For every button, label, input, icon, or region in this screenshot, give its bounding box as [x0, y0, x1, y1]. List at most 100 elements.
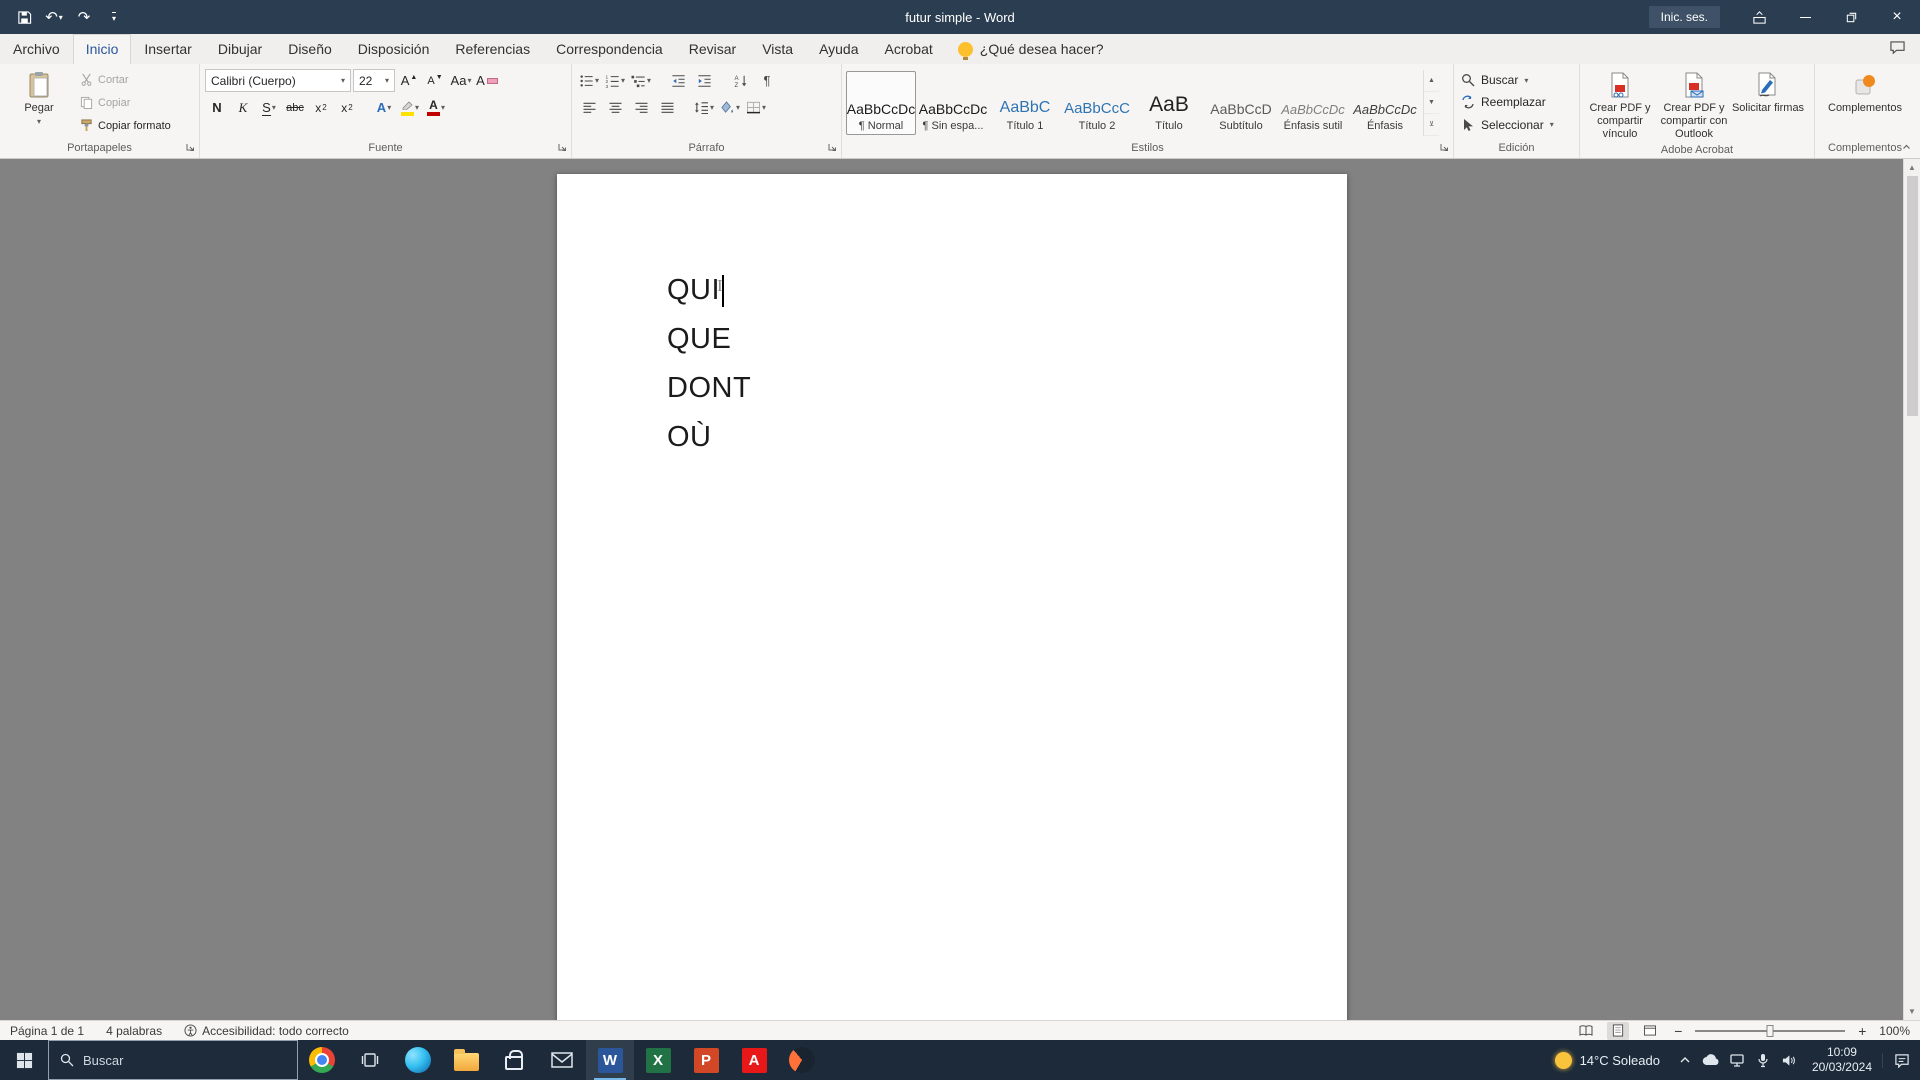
shrink-font-button[interactable]: A▼: [423, 69, 447, 93]
tab-acrobat[interactable]: Acrobat: [872, 34, 946, 64]
tab-disposicion[interactable]: Disposición: [345, 34, 443, 64]
style-subtle-emphasis[interactable]: AaBbCcDc Énfasis sutil: [1278, 71, 1348, 135]
word-count[interactable]: 4 palabras: [106, 1024, 162, 1038]
style-heading2[interactable]: AaBbCcC Título 2: [1062, 71, 1132, 135]
taskbar-app-powerpoint[interactable]: P: [682, 1040, 730, 1080]
clear-formatting-button[interactable]: A: [475, 69, 499, 93]
scroll-down-button[interactable]: ▼: [1904, 1003, 1920, 1020]
taskbar-app-excel[interactable]: X: [634, 1040, 682, 1080]
tab-archivo[interactable]: Archivo: [0, 34, 73, 64]
superscript-button[interactable]: x2: [335, 96, 359, 120]
bullets-button[interactable]: ▾: [577, 69, 601, 93]
undo-button[interactable]: ↶▾: [40, 3, 68, 31]
show-marks-button[interactable]: ¶: [755, 69, 779, 93]
strikethrough-button[interactable]: abc: [283, 96, 307, 120]
replace-button[interactable]: Reemplazar: [1461, 92, 1572, 113]
line-spacing-button[interactable]: ▾: [692, 96, 716, 120]
microphone-tray-icon[interactable]: [1750, 1040, 1776, 1080]
numbering-button[interactable]: 123 ▾: [603, 69, 627, 93]
request-signatures-button[interactable]: Solicitar firmas: [1731, 67, 1805, 141]
scrollbar-thumb[interactable]: [1907, 176, 1918, 416]
style-normal[interactable]: AaBbCcDc ¶ Normal: [846, 71, 916, 135]
taskbar-app-edge[interactable]: [394, 1040, 442, 1080]
styles-scroll-up-button[interactable]: ▲: [1424, 70, 1439, 92]
ribbon-display-options-button[interactable]: [1736, 0, 1782, 34]
show-hidden-icons-button[interactable]: [1672, 1040, 1698, 1080]
print-layout-button[interactable]: [1607, 1022, 1629, 1040]
addins-button[interactable]: Complementos: [1822, 67, 1908, 138]
network-tray-icon[interactable]: [1724, 1040, 1750, 1080]
tab-referencias[interactable]: Referencias: [442, 34, 543, 64]
find-button[interactable]: Buscar ▾: [1461, 70, 1572, 91]
style-subtitle[interactable]: AaBbCcD Subtítulo: [1206, 71, 1276, 135]
clipboard-dialog-launcher[interactable]: [184, 141, 196, 153]
taskbar-app-word[interactable]: W: [586, 1040, 634, 1080]
zoom-slider-thumb[interactable]: [1767, 1025, 1774, 1037]
font-dialog-launcher[interactable]: [556, 141, 568, 153]
bold-button[interactable]: N: [205, 96, 229, 120]
align-right-button[interactable]: [629, 96, 653, 120]
sort-button[interactable]: AZ: [729, 69, 753, 93]
minimize-button[interactable]: [1782, 0, 1828, 34]
sign-in-button[interactable]: Inic. ses.: [1649, 6, 1720, 28]
styles-gallery-expand-button[interactable]: ⊻: [1424, 114, 1439, 136]
paste-button[interactable]: Pegar ▾: [3, 67, 75, 138]
collapse-ribbon-button[interactable]: [1900, 141, 1913, 153]
document-page[interactable]: QUI QUE DONT OÙ I: [557, 174, 1347, 1020]
tab-dibujar[interactable]: Dibujar: [205, 34, 275, 64]
tab-ayuda[interactable]: Ayuda: [806, 34, 871, 64]
multilevel-list-button[interactable]: ▾: [629, 69, 653, 93]
tell-me-box[interactable]: ¿Qué desea hacer?: [946, 34, 1116, 64]
taskbar-clock[interactable]: 10:09 20/03/2024: [1802, 1045, 1882, 1075]
font-size-combobox[interactable]: 22 ▾: [353, 69, 395, 92]
increase-indent-button[interactable]: [692, 69, 716, 93]
comments-button[interactable]: [1889, 40, 1906, 55]
task-view-button[interactable]: [346, 1040, 394, 1080]
start-button[interactable]: [0, 1040, 48, 1080]
volume-tray-icon[interactable]: [1776, 1040, 1802, 1080]
page-indicator[interactable]: Página 1 de 1: [10, 1024, 84, 1038]
styles-dialog-launcher[interactable]: [1438, 141, 1450, 153]
tab-diseno[interactable]: Diseño: [275, 34, 345, 64]
subscript-button[interactable]: x2: [309, 96, 333, 120]
style-heading1[interactable]: AaBbC Título 1: [990, 71, 1060, 135]
taskbar-app-chrome[interactable]: [298, 1040, 346, 1080]
tab-vista[interactable]: Vista: [749, 34, 806, 64]
save-button[interactable]: [10, 3, 38, 31]
taskbar-app-browser[interactable]: [778, 1040, 826, 1080]
borders-button[interactable]: ▾: [744, 96, 768, 120]
customize-qat-button[interactable]: ▾: [100, 3, 128, 31]
accessibility-status[interactable]: Accesibilidad: todo correcto: [184, 1024, 349, 1038]
web-layout-button[interactable]: [1639, 1022, 1661, 1040]
taskbar-app-store[interactable]: [490, 1040, 538, 1080]
copy-button[interactable]: Copiar: [77, 92, 194, 113]
style-no-spacing[interactable]: AaBbCcDc ¶ Sin espa...: [918, 71, 988, 135]
vertical-scrollbar[interactable]: ▲ ▼: [1903, 159, 1920, 1020]
zoom-in-button[interactable]: +: [1855, 1023, 1869, 1039]
styles-scroll-down-button[interactable]: ▼: [1424, 92, 1439, 114]
select-button[interactable]: Seleccionar ▾: [1461, 114, 1572, 135]
grow-font-button[interactable]: A▲: [397, 69, 421, 93]
change-case-button[interactable]: Aa▾: [449, 69, 473, 93]
tab-revisar[interactable]: Revisar: [676, 34, 749, 64]
taskbar-search-box[interactable]: [48, 1040, 298, 1080]
taskbar-app-file-explorer[interactable]: [442, 1040, 490, 1080]
shading-button[interactable]: ▾: [718, 96, 742, 120]
align-center-button[interactable]: [603, 96, 627, 120]
style-title[interactable]: AaB Título: [1134, 71, 1204, 135]
scroll-up-button[interactable]: ▲: [1904, 159, 1920, 176]
highlight-color-button[interactable]: ▾: [398, 96, 422, 120]
font-color-button[interactable]: A ▾: [424, 96, 448, 120]
create-pdf-share-link-button[interactable]: Crear PDF y compartir vínculo: [1583, 67, 1657, 141]
action-center-button[interactable]: [1882, 1053, 1920, 1068]
justify-button[interactable]: [655, 96, 679, 120]
search-input[interactable]: [83, 1053, 286, 1068]
weather-widget[interactable]: 14°C Soleado: [1543, 1052, 1672, 1069]
restore-button[interactable]: [1828, 0, 1874, 34]
zoom-out-button[interactable]: −: [1671, 1023, 1685, 1039]
read-mode-button[interactable]: [1575, 1022, 1597, 1040]
redo-button[interactable]: ↷: [70, 3, 98, 31]
tab-inicio[interactable]: Inicio: [73, 34, 132, 64]
create-pdf-outlook-button[interactable]: Crear PDF y compartir con Outlook: [1657, 67, 1731, 141]
tab-correspondencia[interactable]: Correspondencia: [543, 34, 676, 64]
